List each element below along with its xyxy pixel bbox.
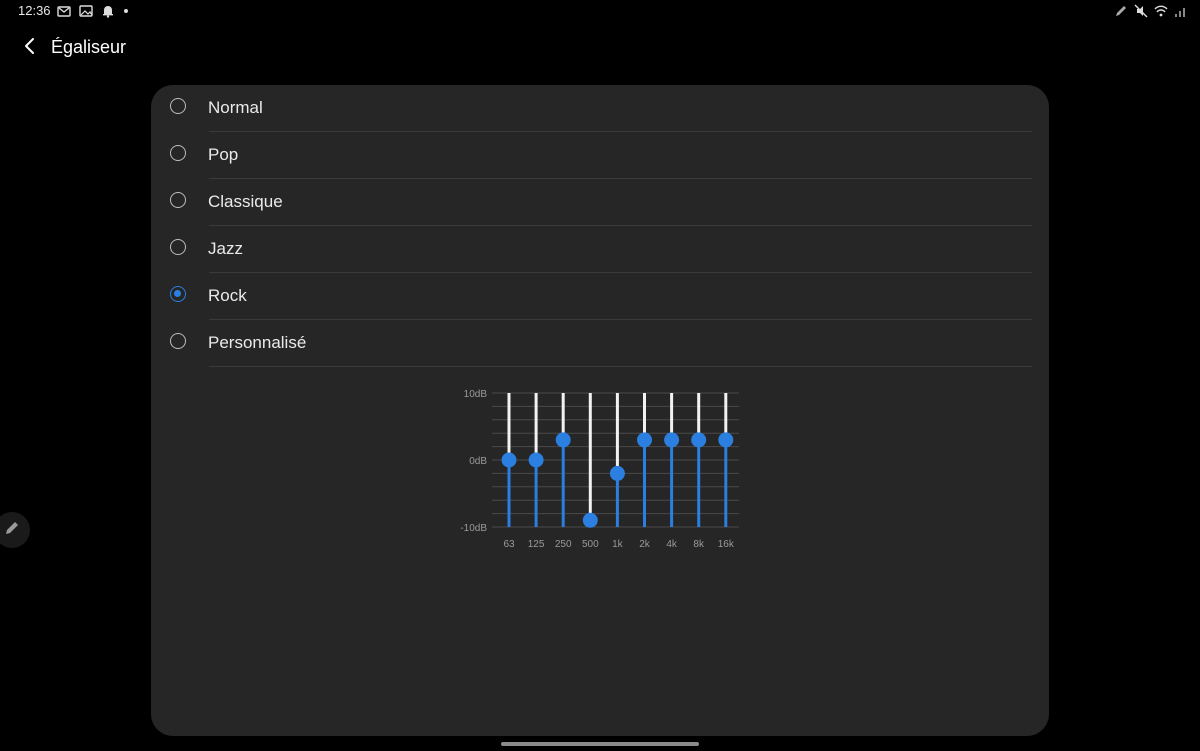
band-label: 8k	[693, 539, 705, 550]
option-label: Normal	[208, 98, 263, 117]
gallery-icon	[79, 4, 93, 18]
band-knob[interactable]	[664, 432, 680, 448]
band-label: 1k	[612, 539, 624, 550]
radio-classique[interactable]	[170, 192, 186, 208]
equalizer-chart: 10dB 0dB -10dB 63 125 250 500 1k 2k 4k 8k 16k	[451, 385, 751, 565]
option-classique[interactable]: Classique	[151, 179, 1049, 226]
radio-rock[interactable]	[170, 286, 186, 302]
band-knob[interactable]	[718, 432, 734, 448]
divider	[209, 366, 1032, 367]
band-knob[interactable]	[691, 432, 707, 448]
band-knob[interactable]	[582, 512, 598, 528]
page-title: Égaliseur	[51, 37, 127, 57]
y-tick-label: 0dB	[469, 456, 487, 467]
radio-normal[interactable]	[170, 98, 186, 114]
option-rock[interactable]: Rock	[151, 273, 1049, 320]
radio-personnalise[interactable]	[170, 333, 186, 349]
status-bar: 12:36	[0, 0, 1200, 24]
mute-icon	[1134, 4, 1148, 18]
status-time: 12:36	[18, 3, 51, 18]
back-button[interactable]	[18, 34, 42, 62]
wifi-icon	[1154, 4, 1168, 18]
option-label: Jazz	[208, 239, 243, 258]
y-tick-label: -10dB	[460, 523, 487, 534]
back-arrow-icon	[23, 37, 37, 60]
equalizer-card: Normal Pop Classique Jazz Rock Personnal…	[151, 85, 1049, 736]
option-pop[interactable]: Pop	[151, 132, 1049, 179]
navigation-handle[interactable]	[501, 742, 699, 746]
band-label: 16k	[718, 539, 735, 550]
signal-icon	[1174, 4, 1188, 18]
band-label: 250	[555, 539, 572, 550]
notification-bell-icon	[101, 4, 115, 18]
option-label: Pop	[208, 145, 239, 164]
status-left-icons	[57, 4, 129, 18]
band-label: 4k	[666, 539, 678, 550]
band-label: 2k	[639, 539, 651, 550]
band-knob[interactable]	[637, 432, 652, 448]
band-label: 63	[503, 539, 515, 550]
pen-icon	[1114, 4, 1128, 18]
missed-call-icon	[57, 4, 71, 18]
status-right-icons	[1114, 4, 1188, 18]
option-label: Personnalisé	[208, 333, 307, 352]
pencil-icon	[3, 519, 21, 542]
band-knob[interactable]	[555, 432, 571, 448]
band-label: 125	[528, 539, 545, 550]
radio-pop[interactable]	[170, 145, 186, 161]
option-personnalise[interactable]: Personnalisé	[151, 320, 1049, 367]
y-tick-label: 10dB	[464, 389, 488, 400]
band-knob[interactable]	[528, 452, 544, 468]
band-label: 500	[582, 539, 599, 550]
edge-pen-button[interactable]	[0, 512, 30, 548]
band-knob[interactable]	[501, 452, 517, 468]
dot-icon	[123, 4, 129, 18]
option-label: Classique	[208, 192, 283, 211]
equalizer-svg: 10dB 0dB -10dB 63 125 250 500 1k 2k 4k 8k 16k	[460, 389, 739, 550]
app-bar: Égaliseur	[0, 30, 1200, 66]
option-jazz[interactable]: Jazz	[151, 226, 1049, 273]
option-normal[interactable]: Normal	[151, 85, 1049, 132]
radio-jazz[interactable]	[170, 239, 186, 255]
band-knob[interactable]	[609, 465, 625, 481]
option-label: Rock	[208, 286, 247, 305]
